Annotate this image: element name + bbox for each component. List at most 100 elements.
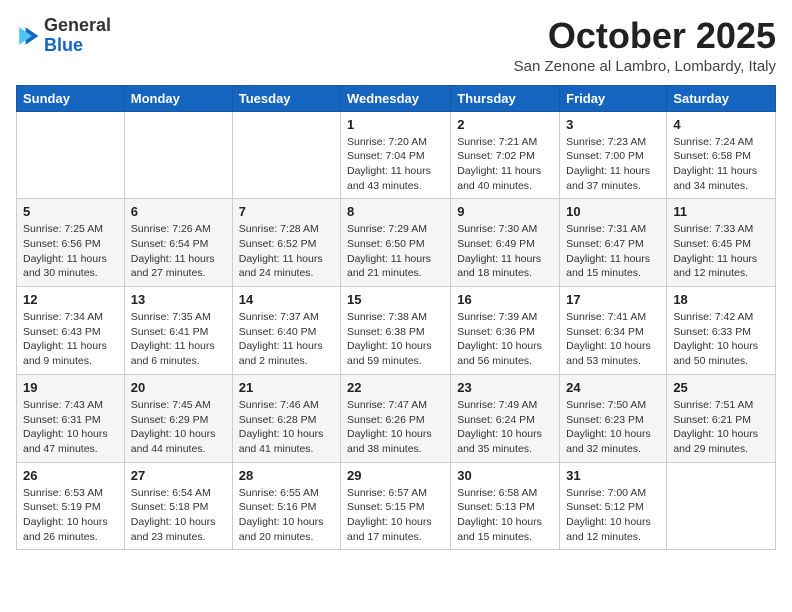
weekday-header: Tuesday bbox=[232, 85, 340, 111]
day-number: 10 bbox=[566, 204, 660, 219]
calendar-cell: 23 Sunrise: 7:49 AMSunset: 6:24 PMDayligh… bbox=[451, 374, 560, 462]
day-info: Sunrise: 7:45 AMSunset: 6:29 PMDaylight:… bbox=[131, 398, 226, 457]
logo-text: General Blue bbox=[44, 16, 111, 56]
day-number: 28 bbox=[239, 468, 334, 483]
calendar-cell: 29 Sunrise: 6:57 AMSunset: 5:15 PMDayligh… bbox=[341, 462, 451, 550]
day-info: Sunrise: 7:33 AMSunset: 6:45 PMDaylight:… bbox=[673, 222, 769, 281]
calendar-cell: 7 Sunrise: 7:28 AMSunset: 6:52 PMDaylight… bbox=[232, 199, 340, 287]
day-number: 6 bbox=[131, 204, 226, 219]
location-title: San Zenone al Lambro, Lombardy, Italy bbox=[514, 58, 776, 75]
day-info: Sunrise: 7:26 AMSunset: 6:54 PMDaylight:… bbox=[131, 222, 226, 281]
calendar-week-row: 19Sunrise: 7:43 AMSunset: 6:31 PMDayligh… bbox=[17, 374, 776, 462]
day-info: Sunrise: 7:39 AMSunset: 6:36 PMDaylight:… bbox=[457, 310, 553, 369]
day-number: 21 bbox=[239, 380, 334, 395]
weekday-header: Wednesday bbox=[341, 85, 451, 111]
day-number: 22 bbox=[347, 380, 444, 395]
day-info: Sunrise: 7:51 AMSunset: 6:21 PMDaylight:… bbox=[673, 398, 769, 457]
month-title: October 2025 bbox=[514, 16, 776, 56]
day-number: 18 bbox=[673, 292, 769, 307]
calendar-cell: 4Sunrise: 7:24 AMSunset: 6:58 PMDaylight… bbox=[667, 111, 776, 199]
day-number: 27 bbox=[131, 468, 226, 483]
day-info: Sunrise: 7:28 AMSunset: 6:52 PMDaylight:… bbox=[239, 222, 334, 281]
calendar-week-row: 26 Sunrise: 6:53 AMSunset: 5:19 PMDayligh… bbox=[17, 462, 776, 550]
calendar-cell: 6 Sunrise: 7:26 AMSunset: 6:54 PMDaylight… bbox=[124, 199, 232, 287]
calendar-cell: 3 Sunrise: 7:23 AMSunset: 7:00 PMDaylight… bbox=[560, 111, 667, 199]
logo: General Blue bbox=[16, 16, 111, 56]
weekday-header: Monday bbox=[124, 85, 232, 111]
day-number: 13 bbox=[131, 292, 226, 307]
day-number: 8 bbox=[347, 204, 444, 219]
day-info: Sunrise: 7:37 AMSunset: 6:40 PMDaylight:… bbox=[239, 310, 334, 369]
calendar-cell: 21 Sunrise: 7:46 AMSunset: 6:28 PMDayligh… bbox=[232, 374, 340, 462]
day-number: 31 bbox=[566, 468, 660, 483]
page-header: General Blue October 2025 San Zenone al … bbox=[16, 16, 776, 75]
calendar-week-row: 5Sunrise: 7:25 AMSunset: 6:56 PMDaylight… bbox=[17, 199, 776, 287]
day-info: Sunrise: 6:53 AMSunset: 5:19 PMDaylight:… bbox=[23, 486, 118, 545]
day-info: Sunrise: 7:47 AMSunset: 6:26 PMDaylight:… bbox=[347, 398, 444, 457]
calendar-cell: 11 Sunrise: 7:33 AMSunset: 6:45 PMDayligh… bbox=[667, 199, 776, 287]
calendar-cell: 13 Sunrise: 7:35 AMSunset: 6:41 PMDayligh… bbox=[124, 287, 232, 375]
calendar-cell: 12 Sunrise: 7:34 AMSunset: 6:43 PMDayligh… bbox=[17, 287, 125, 375]
day-info: Sunrise: 7:46 AMSunset: 6:28 PMDaylight:… bbox=[239, 398, 334, 457]
day-number: 24 bbox=[566, 380, 660, 395]
calendar-week-row: 12 Sunrise: 7:34 AMSunset: 6:43 PMDayligh… bbox=[17, 287, 776, 375]
day-info: Sunrise: 7:20 AMSunset: 7:04 PMDaylight:… bbox=[347, 135, 444, 194]
weekday-header: Saturday bbox=[667, 85, 776, 111]
logo-icon bbox=[16, 24, 40, 48]
day-number: 23 bbox=[457, 380, 553, 395]
calendar-cell: 8 Sunrise: 7:29 AMSunset: 6:50 PMDaylight… bbox=[341, 199, 451, 287]
calendar-cell: 31 Sunrise: 7:00 AMSunset: 5:12 PMDayligh… bbox=[560, 462, 667, 550]
day-number: 1 bbox=[347, 117, 444, 132]
day-number: 17 bbox=[566, 292, 660, 307]
calendar-cell bbox=[232, 111, 340, 199]
calendar-cell: 27Sunrise: 6:54 AMSunset: 5:18 PMDayligh… bbox=[124, 462, 232, 550]
day-number: 30 bbox=[457, 468, 553, 483]
day-info: Sunrise: 7:49 AMSunset: 6:24 PMDaylight:… bbox=[457, 398, 553, 457]
calendar-cell: 24 Sunrise: 7:50 AMSunset: 6:23 PMDayligh… bbox=[560, 374, 667, 462]
calendar-cell: 19Sunrise: 7:43 AMSunset: 6:31 PMDayligh… bbox=[17, 374, 125, 462]
day-number: 2 bbox=[457, 117, 553, 132]
weekday-header: Friday bbox=[560, 85, 667, 111]
day-number: 3 bbox=[566, 117, 660, 132]
day-info: Sunrise: 7:31 AMSunset: 6:47 PMDaylight:… bbox=[566, 222, 660, 281]
calendar-cell: 18 Sunrise: 7:42 AMSunset: 6:33 PMDayligh… bbox=[667, 287, 776, 375]
day-info: Sunrise: 6:57 AMSunset: 5:15 PMDaylight:… bbox=[347, 486, 444, 545]
calendar-cell: 17 Sunrise: 7:41 AMSunset: 6:34 PMDayligh… bbox=[560, 287, 667, 375]
calendar-cell: 9Sunrise: 7:30 AMSunset: 6:49 PMDaylight… bbox=[451, 199, 560, 287]
calendar-cell: 15 Sunrise: 7:38 AMSunset: 6:38 PMDayligh… bbox=[341, 287, 451, 375]
calendar-week-row: 1 Sunrise: 7:20 AMSunset: 7:04 PMDaylight… bbox=[17, 111, 776, 199]
calendar-cell bbox=[17, 111, 125, 199]
calendar-table: SundayMondayTuesdayWednesdayThursdayFrid… bbox=[16, 85, 776, 551]
calendar-cell: 25 Sunrise: 7:51 AMSunset: 6:21 PMDayligh… bbox=[667, 374, 776, 462]
day-number: 29 bbox=[347, 468, 444, 483]
day-info: Sunrise: 7:41 AMSunset: 6:34 PMDaylight:… bbox=[566, 310, 660, 369]
day-number: 26 bbox=[23, 468, 118, 483]
calendar-cell: 22 Sunrise: 7:47 AMSunset: 6:26 PMDayligh… bbox=[341, 374, 451, 462]
day-number: 25 bbox=[673, 380, 769, 395]
day-info: Sunrise: 7:50 AMSunset: 6:23 PMDaylight:… bbox=[566, 398, 660, 457]
day-info: Sunrise: 7:42 AMSunset: 6:33 PMDaylight:… bbox=[673, 310, 769, 369]
day-info: Sunrise: 7:38 AMSunset: 6:38 PMDaylight:… bbox=[347, 310, 444, 369]
day-info: Sunrise: 7:29 AMSunset: 6:50 PMDaylight:… bbox=[347, 222, 444, 281]
day-info: Sunrise: 7:34 AMSunset: 6:43 PMDaylight:… bbox=[23, 310, 118, 369]
day-number: 15 bbox=[347, 292, 444, 307]
title-block: October 2025 San Zenone al Lambro, Lomba… bbox=[514, 16, 776, 75]
calendar-cell: 20Sunrise: 7:45 AMSunset: 6:29 PMDayligh… bbox=[124, 374, 232, 462]
calendar-cell: 2 Sunrise: 7:21 AMSunset: 7:02 PMDaylight… bbox=[451, 111, 560, 199]
day-number: 4 bbox=[673, 117, 769, 132]
day-number: 11 bbox=[673, 204, 769, 219]
day-info: Sunrise: 7:00 AMSunset: 5:12 PMDaylight:… bbox=[566, 486, 660, 545]
day-number: 7 bbox=[239, 204, 334, 219]
day-info: Sunrise: 7:23 AMSunset: 7:00 PMDaylight:… bbox=[566, 135, 660, 194]
weekday-header: Sunday bbox=[17, 85, 125, 111]
day-info: Sunrise: 7:35 AMSunset: 6:41 PMDaylight:… bbox=[131, 310, 226, 369]
day-info: Sunrise: 7:21 AMSunset: 7:02 PMDaylight:… bbox=[457, 135, 553, 194]
day-number: 19 bbox=[23, 380, 118, 395]
calendar-header-row: SundayMondayTuesdayWednesdayThursdayFrid… bbox=[17, 85, 776, 111]
calendar-cell bbox=[124, 111, 232, 199]
day-number: 16 bbox=[457, 292, 553, 307]
day-number: 12 bbox=[23, 292, 118, 307]
day-number: 5 bbox=[23, 204, 118, 219]
calendar-cell: 10 Sunrise: 7:31 AMSunset: 6:47 PMDayligh… bbox=[560, 199, 667, 287]
calendar-cell: 28Sunrise: 6:55 AMSunset: 5:16 PMDayligh… bbox=[232, 462, 340, 550]
